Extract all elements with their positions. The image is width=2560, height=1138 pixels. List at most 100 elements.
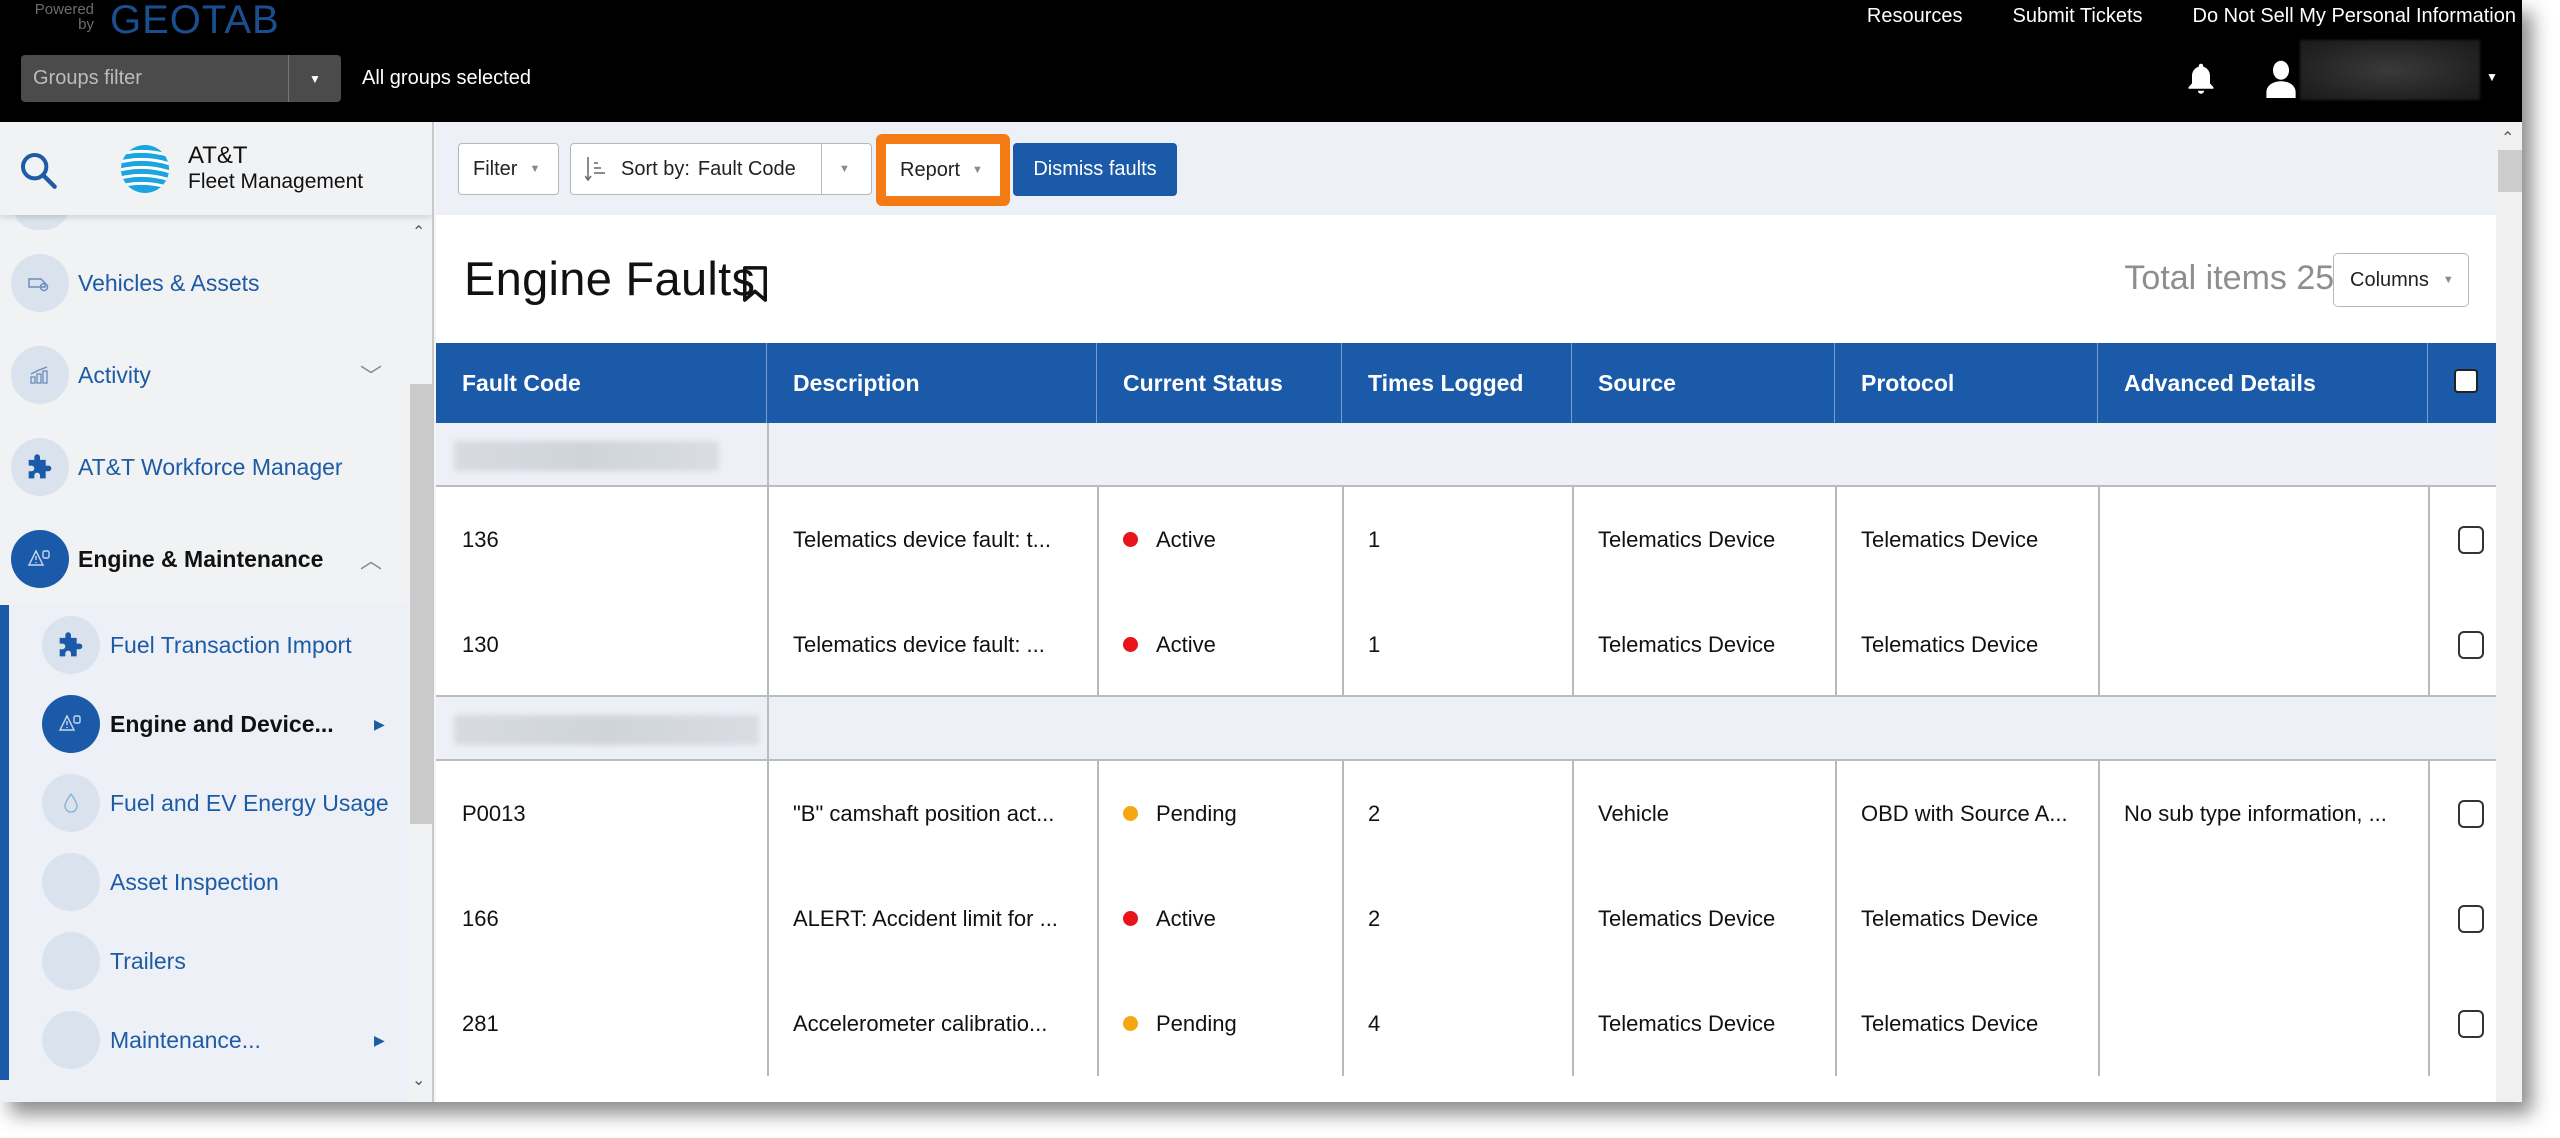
cell-description: "B" camshaft position act...	[793, 800, 1055, 826]
cell-times-logged: 2	[1368, 800, 1381, 826]
top-header: Powered by GEOTAB Resources Submit Ticke…	[0, 0, 2522, 122]
bell-icon[interactable]	[2184, 61, 2218, 97]
search-icon[interactable]	[18, 150, 58, 190]
sort-dropdown-caret-icon[interactable]: ▼	[839, 163, 850, 175]
column-header-protocol[interactable]: Protocol	[1835, 343, 2098, 423]
cell-fault-code: 166	[462, 905, 499, 931]
sidebar: AT&T Fleet Management ⌃ Vehicles & Asset…	[0, 122, 434, 1102]
group-row-divider	[767, 697, 769, 761]
sidebar-scroll-down-icon[interactable]: ⌄	[412, 1070, 425, 1090]
main-scrollbar-thumb[interactable]	[2498, 150, 2522, 192]
scroll-up-icon[interactable]: ⌃	[2501, 128, 2514, 148]
columns-button[interactable]: Columns ▼	[2333, 253, 2469, 307]
sidebar-item-engine-maintenance[interactable]: Engine & Maintenance ︿	[0, 519, 408, 599]
row-checkbox[interactable]	[2458, 526, 2484, 554]
column-divider	[1097, 487, 1099, 697]
sidebar-scrollbar-thumb[interactable]	[410, 384, 432, 824]
app-window: Powered by GEOTAB Resources Submit Ticke…	[0, 0, 2522, 1102]
filter-button[interactable]: Filter ▼	[458, 143, 559, 195]
column-divider	[2098, 761, 2100, 1076]
sidebar-subitem-fuel-transaction-import[interactable]: Fuel Transaction Import	[0, 605, 408, 685]
cell-protocol: Telematics Device	[1861, 1010, 2039, 1036]
row-checkbox[interactable]	[2458, 905, 2484, 933]
sort-button[interactable]: Sort by: Fault Code ▼	[570, 143, 872, 195]
bookmark-icon[interactable]	[740, 265, 770, 303]
main-scrollbar[interactable]: ⌃	[2496, 122, 2522, 1102]
groups-filter[interactable]: Groups filter ▼	[21, 55, 341, 102]
engine-warning-icon	[27, 549, 50, 566]
engine-warning-icon	[58, 714, 81, 731]
sidebar-subitem-maintenance[interactable]: Maintenance... ▶	[0, 1000, 408, 1080]
sidebar-subitem-fuel-ev-usage[interactable]: Fuel and EV Energy Usage	[0, 763, 408, 843]
column-divider	[2098, 487, 2100, 697]
column-header-current-status[interactable]: Current Status	[1097, 343, 1342, 423]
droplet-icon	[64, 792, 78, 813]
cell-times-logged: 1	[1368, 631, 1381, 657]
submit-tickets-link[interactable]: Submit Tickets	[2012, 5, 2142, 28]
user-icon[interactable]	[2266, 60, 2296, 98]
dismiss-faults-button[interactable]: Dismiss faults	[1013, 143, 1177, 196]
row-checkbox[interactable]	[2458, 631, 2484, 659]
submenu-arrow-icon: ▶	[374, 1031, 385, 1048]
column-divider	[767, 761, 769, 1076]
cell-status: Pending	[1097, 761, 1342, 866]
table-row[interactable]: 130 Telematics device fault: ... Active 1 Te…	[436, 592, 2496, 697]
cell-status: Active	[1097, 487, 1342, 592]
sidebar-subitem-trailers[interactable]: Trailers	[0, 921, 408, 1001]
do-not-sell-link[interactable]: Do Not Sell My Personal Information	[2193, 5, 2516, 28]
sidebar-scroll-up-icon[interactable]: ⌃	[412, 222, 425, 242]
table-row[interactable]: P0013 "B" camshaft position act... Pending…	[436, 761, 2496, 866]
cell-status: Pending	[1097, 971, 1342, 1076]
engine-icon-circle	[42, 695, 100, 753]
table-row[interactable]: 136 Telematics device fault: t... Active 1 T…	[436, 487, 2496, 592]
cell-fault-code: 130	[462, 631, 499, 657]
groups-filter-dropdown-button[interactable]: ▼	[289, 55, 341, 102]
sidebar-subitem-engine-device[interactable]: Engine and Device... ▶	[0, 684, 408, 764]
sidebar-item-workforce-manager[interactable]: AT&T Workforce Manager	[0, 427, 408, 507]
sidebar-item-label: AT&T Workforce Manager	[78, 453, 343, 480]
row-checkbox[interactable]	[2458, 800, 2484, 828]
column-header-source[interactable]: Source	[1572, 343, 1835, 423]
column-header-times-logged[interactable]: Times Logged	[1342, 343, 1572, 423]
column-header-advanced-details[interactable]: Advanced Details	[2098, 343, 2428, 423]
droplet-icon-circle	[42, 774, 100, 832]
column-divider	[1572, 487, 1574, 697]
cell-source: Telematics Device	[1598, 526, 1776, 552]
groups-filter-input[interactable]: Groups filter	[21, 55, 289, 102]
submenu-arrow-icon: ▶	[374, 715, 385, 732]
status-text: Active	[1156, 631, 1216, 657]
cell-source: Telematics Device	[1598, 1010, 1776, 1036]
table-row[interactable]: 281 Accelerometer calibratio... Pending 4 Te…	[436, 971, 2496, 1076]
top-links: Resources Submit Tickets Do Not Sell My …	[1867, 5, 2516, 28]
group-row[interactable]	[436, 697, 2496, 761]
cell-advanced	[2098, 487, 2428, 592]
resources-link[interactable]: Resources	[1867, 5, 1963, 28]
table-row[interactable]: 166 ALERT: Accident limit for ... Active 2 T…	[436, 866, 2496, 971]
user-name-redacted[interactable]	[2300, 40, 2480, 100]
status-dot-icon	[1123, 806, 1138, 821]
cell-source: Telematics Device	[1598, 631, 1776, 657]
select-all-checkbox[interactable]	[2454, 369, 2478, 393]
sort-label: Sort by:	[621, 157, 690, 180]
sidebar-subitem-label: Engine and Device...	[110, 710, 334, 737]
cell-fault-code: 136	[462, 526, 499, 552]
sidebar-item-label: Activity	[78, 361, 151, 388]
report-button[interactable]: Report ▼	[886, 144, 1000, 196]
sidebar-item-label: Vehicles & Assets	[78, 269, 260, 296]
column-header-fault-code[interactable]: Fault Code	[436, 343, 767, 423]
user-menu-caret-icon[interactable]: ▼	[2486, 70, 2498, 84]
column-divider	[1342, 761, 1344, 1076]
sidebar-item-vehicles-assets[interactable]: Vehicles & Assets	[0, 243, 408, 323]
group-row[interactable]	[436, 423, 2496, 487]
status-text: Pending	[1156, 1010, 1237, 1036]
puzzle-icon-circle	[11, 438, 69, 496]
chevron-up-icon: ︿	[360, 548, 383, 573]
column-header-description[interactable]: Description	[767, 343, 1097, 423]
column-divider	[1835, 487, 1837, 697]
row-checkbox[interactable]	[2458, 1010, 2484, 1038]
cell-advanced	[2098, 592, 2428, 697]
sidebar-subitem-asset-inspection[interactable]: Asset Inspection	[0, 842, 408, 922]
status-dot-icon	[1123, 637, 1138, 652]
brand-subtitle: Fleet Management	[188, 170, 364, 193]
sidebar-item-activity[interactable]: Activity ﹀	[0, 335, 408, 415]
